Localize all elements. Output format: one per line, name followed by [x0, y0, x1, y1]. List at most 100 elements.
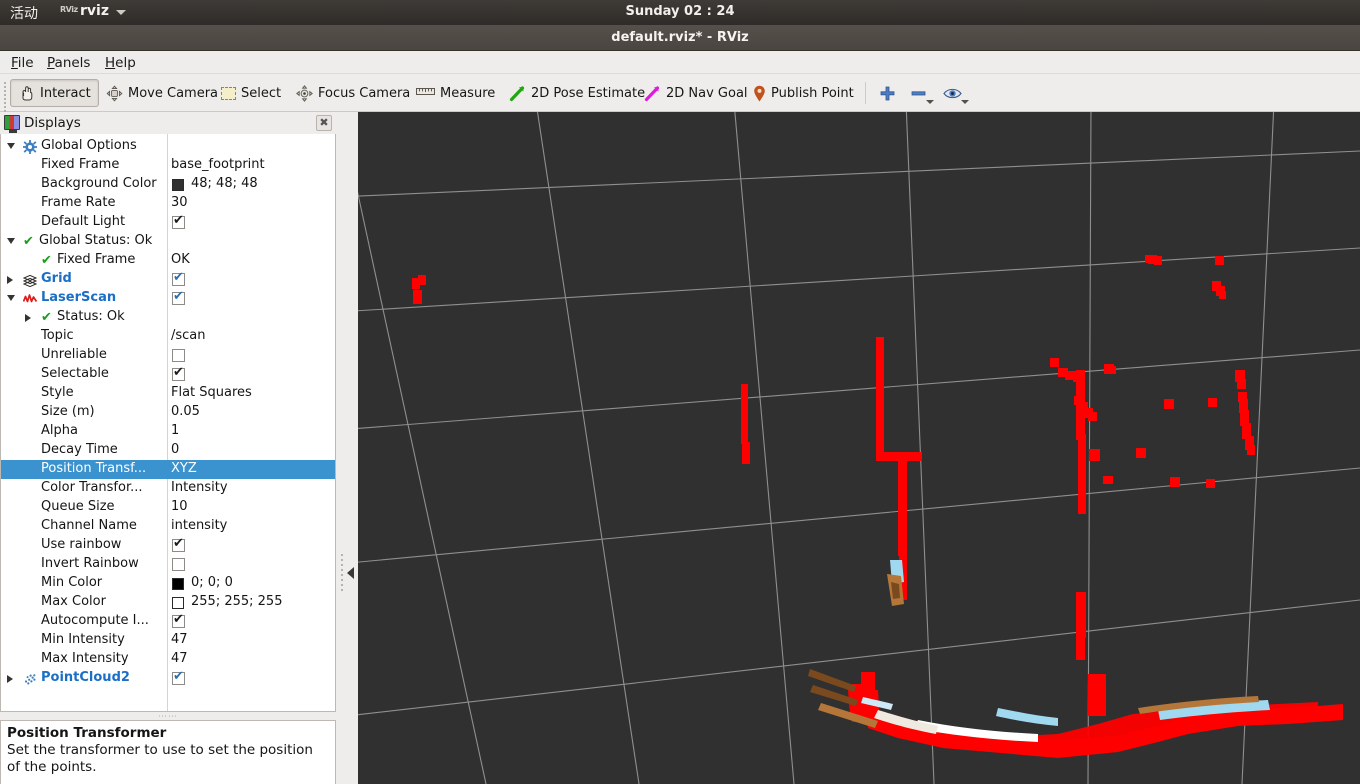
- tool-interact-button[interactable]: Interact: [10, 79, 99, 107]
- chevron-down-icon[interactable]: [7, 238, 15, 244]
- tool-measure-button[interactable]: Measure: [408, 79, 503, 107]
- display-row-fixed-frame[interactable]: ✔ Fixed Frame OK: [1, 251, 335, 270]
- row-value[interactable]: XYZ: [171, 461, 197, 476]
- display-row-laserscan[interactable]: LaserScan: [1, 289, 335, 308]
- panel-splitter[interactable]: [336, 112, 358, 784]
- color-swatch[interactable]: [172, 179, 184, 191]
- display-row-background-color[interactable]: Background Color 48; 48; 48: [1, 175, 335, 194]
- row-value[interactable]: intensity: [171, 518, 227, 533]
- row-label: Use rainbow: [41, 537, 122, 552]
- display-row-global-options[interactable]: Global Options: [1, 137, 335, 156]
- display-row-max-intensity[interactable]: Max Intensity 47: [1, 650, 335, 669]
- row-checkbox[interactable]: [172, 270, 185, 286]
- row-value[interactable]: base_footprint: [171, 157, 265, 172]
- display-row-default-light[interactable]: Default Light: [1, 213, 335, 232]
- display-row-min-intensity[interactable]: Min Intensity 47: [1, 631, 335, 650]
- row-value[interactable]: 0; 0; 0: [191, 575, 233, 590]
- row-value[interactable]: OK: [171, 252, 190, 267]
- display-row-fixed-frame[interactable]: Fixed Frame base_footprint: [1, 156, 335, 175]
- color-swatch[interactable]: [172, 578, 184, 590]
- row-value[interactable]: 10: [171, 499, 188, 514]
- tool-publish-point-button[interactable]: Publish Point: [745, 79, 862, 107]
- display-row-channel-name[interactable]: Channel Name intensity: [1, 517, 335, 536]
- display-row-status-ok[interactable]: ✔ Status: Ok: [1, 308, 335, 327]
- close-icon[interactable]: ✖: [316, 115, 332, 131]
- toolbar-drag-handle[interactable]: [3, 80, 8, 112]
- row-checkbox[interactable]: [172, 612, 185, 628]
- row-value[interactable]: 30: [171, 195, 188, 210]
- display-row-use-rainbow[interactable]: Use rainbow: [1, 536, 335, 555]
- display-row-decay-time[interactable]: Decay Time 0: [1, 441, 335, 460]
- tool-select-button[interactable]: Select: [213, 79, 289, 107]
- row-label: Fixed Frame: [41, 157, 120, 172]
- render-viewport-3d[interactable]: [358, 112, 1360, 784]
- display-row-unreliable[interactable]: Unreliable: [1, 346, 335, 365]
- rviz-window: 活动 RViz rviz Sunday 02 : 24 default.rviz…: [0, 0, 1360, 784]
- tool-2d-pose-estimate-label: 2D Pose Estimate: [531, 85, 646, 101]
- chevron-down-icon[interactable]: [926, 100, 934, 104]
- chevron-down-icon[interactable]: [961, 100, 969, 104]
- tool-focus-camera-button[interactable]: Focus Camera: [288, 79, 418, 107]
- color-swatch[interactable]: [172, 597, 184, 609]
- menu-panels[interactable]: Panels: [42, 54, 95, 72]
- tool-2d-nav-goal-button[interactable]: 2D Nav Goal: [636, 79, 756, 107]
- display-row-queue-size[interactable]: Queue Size 10: [1, 498, 335, 517]
- row-checkbox[interactable]: [172, 536, 185, 552]
- display-row-selectable[interactable]: Selectable: [1, 365, 335, 384]
- display-row-min-color[interactable]: Min Color 0; 0; 0: [1, 574, 335, 593]
- display-row-global-status-ok[interactable]: ✔ Global Status: Ok: [1, 232, 335, 251]
- desktop-clock[interactable]: Sunday 02 : 24: [0, 4, 1360, 19]
- move-camera-icon: [106, 85, 123, 102]
- row-value[interactable]: 48; 48; 48: [191, 176, 258, 191]
- visibility-button[interactable]: [938, 79, 969, 107]
- row-value[interactable]: Intensity: [171, 480, 228, 495]
- row-value[interactable]: /scan: [171, 328, 206, 343]
- green-arrow-icon: [509, 85, 526, 102]
- row-checkbox[interactable]: [172, 558, 185, 571]
- chevron-down-icon[interactable]: [7, 295, 15, 301]
- chevron-right-icon[interactable]: [7, 276, 13, 284]
- display-row-max-color[interactable]: Max Color 255; 255; 255: [1, 593, 335, 612]
- menu-help[interactable]: Help: [100, 54, 141, 72]
- display-row-position-transf[interactable]: Position Transf... XYZ: [1, 460, 335, 479]
- row-checkbox[interactable]: [172, 213, 185, 229]
- row-label: Topic: [41, 328, 74, 343]
- display-row-topic[interactable]: Topic/scan: [1, 327, 335, 346]
- row-checkbox[interactable]: [172, 349, 185, 362]
- tool-2d-pose-estimate-button[interactable]: 2D Pose Estimate: [501, 79, 653, 107]
- row-value[interactable]: 0: [171, 442, 179, 457]
- row-value[interactable]: 0.05: [171, 404, 200, 419]
- chevron-right-icon[interactable]: [7, 675, 13, 683]
- display-row-size-m[interactable]: Size (m) 0.05: [1, 403, 335, 422]
- display-row-pointcloud2[interactable]: PointCloud2: [1, 669, 335, 688]
- chevron-right-icon[interactable]: [25, 314, 31, 322]
- collapse-panel-arrow-icon[interactable]: [347, 567, 354, 579]
- display-row-alpha[interactable]: Alpha 1: [1, 422, 335, 441]
- row-label: Channel Name: [41, 518, 137, 533]
- status-ok-icon: ✔: [23, 234, 34, 249]
- display-row-autocompute-i[interactable]: Autocompute I...: [1, 612, 335, 631]
- display-row-frame-rate[interactable]: Frame Rate 30: [1, 194, 335, 213]
- remove-tool-button[interactable]: [905, 79, 934, 107]
- row-label: Selectable: [41, 366, 109, 381]
- display-row-color-transfor[interactable]: Color Transfor... Intensity: [1, 479, 335, 498]
- display-row-invert-rainbow[interactable]: Invert Rainbow: [1, 555, 335, 574]
- splitter-grip[interactable]: [341, 554, 343, 594]
- row-value[interactable]: 47: [171, 632, 188, 647]
- menu-file[interactable]: File: [6, 54, 39, 72]
- panel-resize-grip[interactable]: ⋯⋯: [0, 712, 336, 722]
- row-checkbox[interactable]: [172, 669, 185, 685]
- chevron-down-icon[interactable]: [7, 143, 15, 149]
- row-value[interactable]: Flat Squares: [171, 385, 252, 400]
- row-value[interactable]: 47: [171, 651, 188, 666]
- tool-move-camera-button[interactable]: Move Camera: [98, 79, 226, 107]
- row-checkbox[interactable]: [172, 365, 185, 381]
- add-tool-button[interactable]: [874, 79, 901, 107]
- status-ok-icon: ✔: [41, 253, 52, 268]
- display-row-grid[interactable]: Grid: [1, 270, 335, 289]
- display-row-style[interactable]: Style Flat Squares: [1, 384, 335, 403]
- row-value[interactable]: 1: [171, 423, 179, 438]
- row-checkbox[interactable]: [172, 289, 185, 305]
- displays-tree[interactable]: Global Options Fixed Frame base_footprint B…: [0, 134, 336, 712]
- row-value[interactable]: 255; 255; 255: [191, 594, 282, 609]
